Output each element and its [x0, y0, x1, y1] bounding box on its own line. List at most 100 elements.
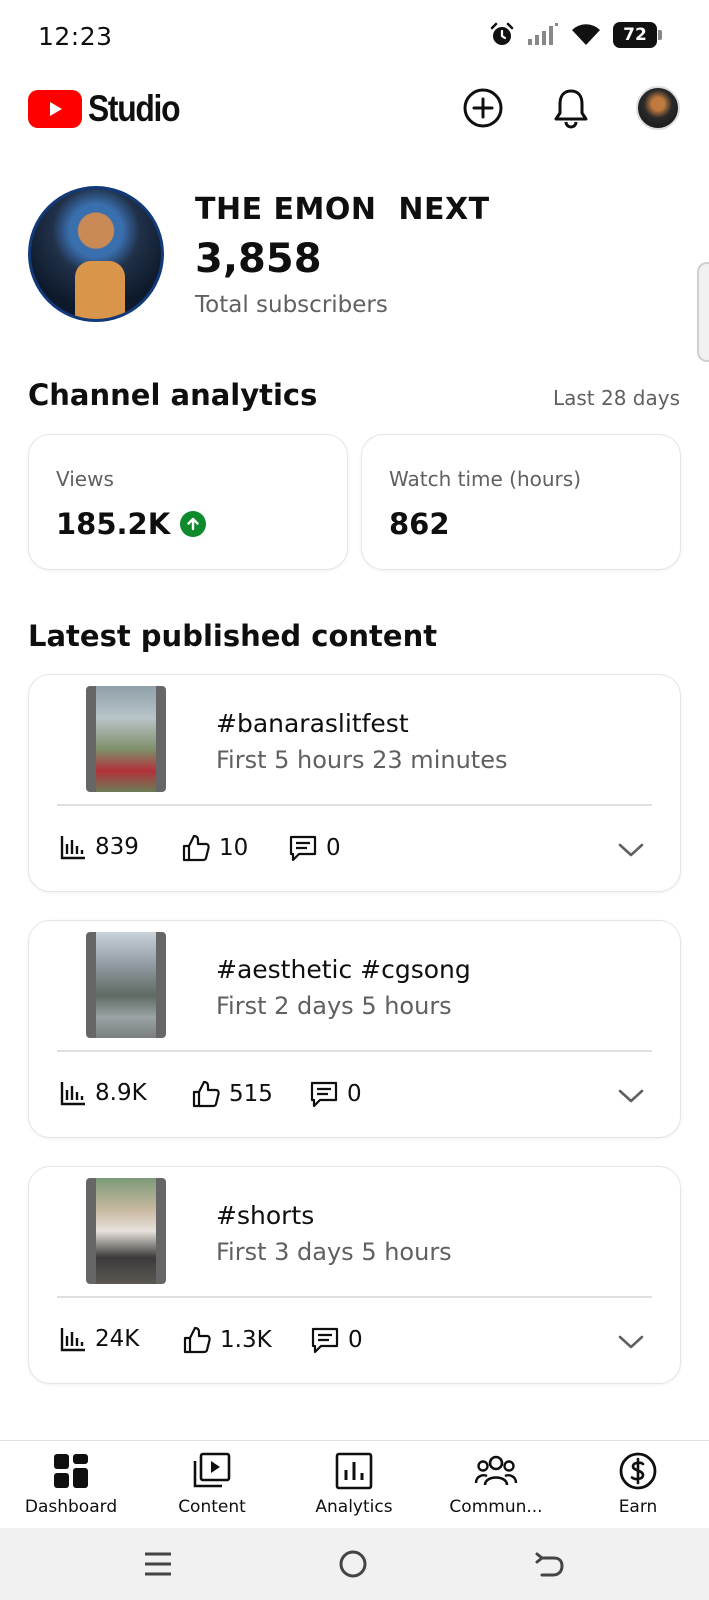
nav-dashboard[interactable]: Dashboard	[1, 1451, 141, 1517]
content-card[interactable]: #banaraslitfest First 5 hours 23 minutes…	[28, 674, 681, 892]
card-divider	[57, 1050, 652, 1052]
nav-community[interactable]: Commun...	[426, 1451, 566, 1517]
studio-logo[interactable]: Studio	[28, 88, 194, 130]
watch-time-value-row: 862	[389, 507, 450, 541]
views-count: 839	[95, 834, 139, 860]
analytics-range: Last 28 days	[552, 386, 680, 410]
community-icon	[474, 1455, 518, 1486]
channel-name: THE EMON NEXT	[195, 192, 490, 227]
nav-label: Earn	[618, 1497, 658, 1517]
views-label: Views	[56, 467, 114, 491]
comment-icon	[311, 1327, 339, 1354]
comments-count: 0	[326, 835, 341, 861]
bottom-nav: Dashboard Content Analytics Commun... Ea…	[0, 1440, 709, 1528]
views-metric: 839	[59, 833, 139, 861]
channel-analytics-title: Channel analytics	[28, 378, 318, 412]
status-bar: 12:23 72	[0, 0, 709, 76]
watch-time-label: Watch time (hours)	[389, 467, 582, 491]
card-divider	[57, 804, 652, 806]
views-metric: 8.9K	[59, 1079, 147, 1107]
comment-icon	[310, 1081, 338, 1108]
nav-earn[interactable]: Earn	[568, 1451, 708, 1517]
views-card[interactable]: Views 185.2K	[28, 434, 348, 570]
video-title: #banaraslitfest	[216, 709, 409, 738]
channel-summary: THE EMON NEXT 3,858 Total subscribers	[28, 186, 688, 326]
youtube-play-icon	[28, 90, 82, 128]
status-time: 12:23	[38, 22, 113, 51]
status-icons: 72	[489, 22, 662, 48]
content-card[interactable]: #shorts First 3 days 5 hours 24K 1.3K 0	[28, 1166, 681, 1384]
video-thumbnail[interactable]	[86, 686, 166, 792]
back-icon[interactable]	[534, 1548, 566, 1580]
subscriber-count: 3,858	[195, 236, 322, 282]
bar-chart-icon	[60, 836, 85, 860]
video-title: #shorts	[216, 1201, 315, 1230]
chevron-down-icon	[618, 843, 644, 857]
comments-metric: 0	[310, 1325, 363, 1355]
nav-label: Dashboard	[24, 1497, 118, 1517]
add-circle-icon	[463, 88, 503, 128]
recent-apps-icon[interactable]	[143, 1549, 173, 1579]
subscriber-label: Total subscribers	[195, 292, 388, 318]
video-title: #aesthetic #cgsong	[216, 955, 471, 984]
app-header: Studio	[0, 76, 709, 148]
video-period: First 5 hours 23 minutes	[216, 746, 508, 774]
notifications-button[interactable]	[547, 84, 595, 132]
analytics-icon	[335, 1452, 373, 1490]
chevron-down-icon	[618, 1335, 644, 1349]
bar-chart-icon	[60, 1082, 85, 1106]
create-button[interactable]	[459, 84, 507, 132]
bar-chart-icon	[60, 1328, 85, 1352]
logo-text: Studio	[88, 88, 181, 129]
system-navigation-bar	[0, 1528, 709, 1600]
channel-avatar[interactable]	[28, 186, 164, 322]
thumbs-up-icon	[182, 834, 210, 862]
video-thumbnail[interactable]	[86, 1178, 166, 1284]
content-card[interactable]: #aesthetic #cgsong First 2 days 5 hours …	[28, 920, 681, 1138]
dashboard-icon	[54, 1454, 88, 1488]
avatar-figure	[75, 261, 125, 319]
chevron-down-icon	[618, 1089, 644, 1103]
nav-label: Analytics	[315, 1497, 393, 1517]
expand-button[interactable]	[616, 1081, 646, 1111]
views-value-row: 185.2K	[56, 507, 207, 541]
home-icon[interactable]	[337, 1548, 369, 1580]
account-avatar[interactable]	[636, 86, 680, 130]
thumbs-up-icon	[183, 1326, 211, 1354]
content-icon	[193, 1452, 231, 1488]
video-thumbnail[interactable]	[86, 932, 166, 1038]
nav-content[interactable]: Content	[142, 1451, 282, 1517]
battery-indicator: 72	[613, 22, 662, 48]
views-value: 185.2K	[56, 507, 171, 541]
expand-button[interactable]	[616, 835, 646, 865]
wifi-icon	[572, 24, 600, 45]
views-metric: 24K	[59, 1325, 139, 1353]
likes-count: 515	[229, 1081, 273, 1107]
likes-metric: 1.3K	[182, 1325, 272, 1355]
comments-metric: 0	[309, 1079, 362, 1109]
views-count: 24K	[95, 1326, 140, 1352]
comments-count: 0	[348, 1327, 363, 1353]
nav-label: Commun...	[449, 1497, 543, 1517]
comment-icon	[289, 835, 317, 862]
expand-button[interactable]	[616, 1327, 646, 1357]
video-period: First 3 days 5 hours	[216, 1238, 452, 1266]
signal-icon	[528, 23, 558, 45]
battery-level: 72	[623, 25, 647, 45]
thumbs-up-icon	[192, 1080, 220, 1108]
likes-metric: 515	[191, 1079, 273, 1109]
earn-icon	[619, 1452, 657, 1490]
watch-time-card[interactable]: Watch time (hours) 862	[361, 434, 681, 570]
latest-content-title: Latest published content	[28, 619, 438, 653]
comments-metric: 0	[288, 833, 341, 863]
watch-time-value: 862	[389, 507, 450, 541]
comments-count: 0	[347, 1081, 362, 1107]
video-period: First 2 days 5 hours	[216, 992, 452, 1020]
likes-count: 10	[219, 835, 249, 861]
views-count: 8.9K	[95, 1080, 147, 1106]
nav-label: Content	[178, 1497, 246, 1517]
edge-panel-handle[interactable]	[697, 262, 709, 362]
nav-analytics[interactable]: Analytics	[284, 1451, 424, 1517]
card-divider	[57, 1296, 652, 1298]
likes-metric: 10	[181, 833, 248, 863]
